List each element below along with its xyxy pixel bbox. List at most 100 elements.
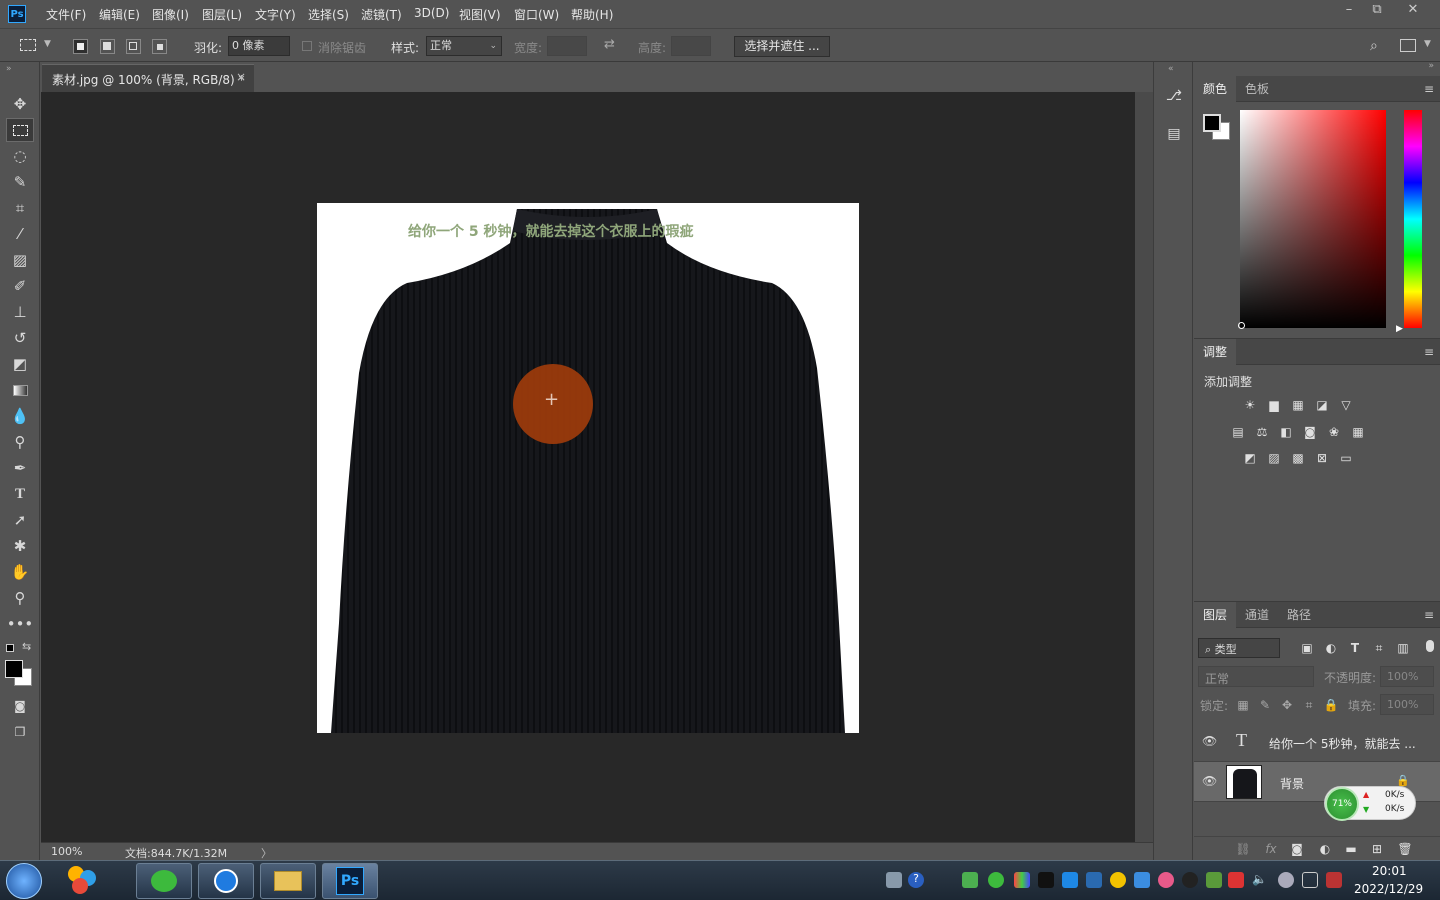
zoom-level[interactable]: 100%	[51, 845, 82, 858]
default-colors-icon[interactable]	[6, 644, 14, 652]
width-input[interactable]	[547, 36, 587, 56]
height-input[interactable]	[671, 36, 711, 56]
explorer-taskbar-button[interactable]	[260, 863, 316, 899]
collapse-arrows-icon[interactable]: «	[1168, 64, 1174, 74]
chevron-down-icon[interactable]: ▼	[44, 39, 51, 49]
document-tab[interactable]: 素材.jpg @ 100% (背景, RGB/8) * ×	[42, 64, 254, 92]
filter-pixel-icon[interactable]: ▣	[1298, 640, 1316, 656]
app-tray-icon[interactable]	[1158, 872, 1174, 888]
exposure-icon[interactable]: ◪	[1313, 397, 1331, 413]
healing-brush-tool-icon[interactable]: ▨	[6, 248, 34, 272]
battery-tray-icon[interactable]	[962, 872, 978, 888]
menu-help[interactable]: 帮助(H)	[571, 6, 613, 23]
app-tray-icon[interactable]	[1326, 872, 1342, 888]
panel-menu-icon[interactable]: ≡	[1424, 608, 1434, 622]
close-button[interactable]: ✕	[1400, 2, 1426, 20]
gradient-tool-icon[interactable]	[6, 378, 34, 402]
net-speed-widget[interactable]: 71% ▲ ▼ 0K/s 0K/s	[1324, 786, 1416, 821]
filter-adjustment-icon[interactable]: ◐	[1322, 640, 1340, 656]
help-tray-icon[interactable]: ?	[908, 872, 924, 888]
layer-name[interactable]: 背景	[1280, 775, 1304, 792]
link-layers-icon[interactable]: ⛓	[1234, 841, 1252, 857]
blur-tool-icon[interactable]: 💧	[6, 404, 34, 428]
gradient-map-icon[interactable]: ▭	[1337, 450, 1355, 466]
style-select[interactable]: 正常 ⌄	[426, 36, 502, 56]
hue-saturation-icon[interactable]: ▤	[1229, 424, 1247, 440]
antialias-checkbox[interactable]	[302, 41, 312, 51]
close-tab-icon[interactable]: ×	[236, 70, 246, 84]
black-white-icon[interactable]: ◧	[1277, 424, 1295, 440]
color-balance-icon[interactable]: ⚖	[1253, 424, 1271, 440]
qq-tray-icon[interactable]	[1182, 872, 1198, 888]
color-picker-handle[interactable]	[1238, 322, 1245, 329]
select-and-mask-button[interactable]: 选择并遮住 ...	[734, 36, 830, 57]
menu-filter[interactable]: 滤镜(T)	[361, 6, 402, 23]
rectangular-marquee-tool-icon[interactable]	[6, 118, 34, 142]
levels-icon[interactable]: ▆	[1265, 397, 1283, 413]
layer-row-text[interactable]: 👁 T 给你一个 5秒钟，就能去 ...	[1194, 722, 1440, 762]
restore-button[interactable]: ⧉	[1364, 2, 1390, 20]
tab-color[interactable]: 颜色	[1194, 76, 1237, 102]
lock-all-icon[interactable]: 🔒	[1322, 697, 1340, 713]
swap-colors-icon[interactable]: ⇆	[22, 640, 31, 653]
invert-icon[interactable]: ◩	[1241, 450, 1259, 466]
new-layer-icon[interactable]: ⊞	[1368, 841, 1386, 857]
lock-position-icon[interactable]: ✥	[1278, 697, 1296, 713]
clock-time[interactable]: 20:01	[1372, 864, 1407, 878]
status-menu-arrow-icon[interactable]: 〉	[261, 845, 272, 861]
blend-mode-select[interactable]: 正常	[1198, 666, 1314, 687]
menu-select[interactable]: 选择(S)	[308, 6, 349, 23]
selective-color-icon[interactable]: ⊠	[1313, 450, 1331, 466]
document-canvas[interactable]: 给你一个 5 秒钟，就能去掉这个衣服上的瑕疵 +	[317, 203, 859, 733]
custom-shape-tool-icon[interactable]: ✱	[6, 534, 34, 558]
color-lookup-icon[interactable]: ▦	[1349, 424, 1367, 440]
vertical-scrollbar[interactable]	[1135, 92, 1153, 842]
menu-layer[interactable]: 图层(L)	[202, 6, 242, 23]
history-brush-tool-icon[interactable]: ↺	[6, 326, 34, 350]
layer-filter-select[interactable]: ⌕ 类型	[1198, 638, 1280, 658]
menu-window[interactable]: 窗口(W)	[514, 6, 559, 23]
new-selection-icon[interactable]	[73, 39, 88, 54]
crop-tool-icon[interactable]: ⌗	[6, 196, 34, 220]
marquee-tool-preset-icon[interactable]	[20, 39, 36, 51]
swap-dimensions-icon[interactable]: ⇄	[604, 37, 615, 52]
eraser-tool-icon[interactable]: ◩	[6, 352, 34, 376]
panel-menu-icon[interactable]: ≡	[1424, 82, 1434, 96]
wechat-tray-icon[interactable]	[988, 872, 1004, 888]
quick-mask-icon[interactable]: ◙	[6, 694, 34, 718]
panel-menu-icon[interactable]: ≡	[1424, 345, 1434, 359]
zoom-tool-icon[interactable]: ⚲	[6, 586, 34, 610]
lasso-tool-icon[interactable]: ◌	[6, 144, 34, 168]
delete-layer-icon[interactable]: 🗑	[1396, 841, 1414, 857]
add-mask-icon[interactable]: ◙	[1288, 841, 1306, 857]
eye-icon[interactable]: 👁	[1202, 774, 1217, 788]
hand-tool-icon[interactable]: ✋	[6, 560, 34, 584]
quick-selection-tool-icon[interactable]: ✎	[6, 170, 34, 194]
photo-filter-icon[interactable]: ◙	[1301, 424, 1319, 440]
properties-panel-icon[interactable]: ▤	[1164, 126, 1184, 146]
pen-tool-icon[interactable]: ✒	[6, 456, 34, 480]
posterize-icon[interactable]: ▨	[1265, 450, 1283, 466]
menu-image[interactable]: 图像(I)	[152, 6, 189, 23]
search-icon[interactable]: ⌕	[1370, 38, 1378, 54]
minimize-button[interactable]: –	[1336, 2, 1362, 20]
menu-view[interactable]: 视图(V)	[459, 6, 501, 23]
clock-date[interactable]: 2022/12/29	[1354, 882, 1423, 896]
chevron-down-icon[interactable]: ▼	[1424, 39, 1431, 49]
intersect-selection-icon[interactable]	[152, 39, 167, 54]
saturation-brightness-field[interactable]	[1240, 110, 1386, 328]
collapse-arrows-icon[interactable]: »	[6, 64, 12, 74]
clone-stamp-tool-icon[interactable]: ⊥	[6, 300, 34, 324]
lock-pixels-icon[interactable]: ✎	[1256, 697, 1274, 713]
feather-input[interactable]: 0 像素	[228, 36, 290, 56]
opacity-input[interactable]: 100%	[1380, 666, 1434, 687]
fill-input[interactable]: 100%	[1380, 694, 1434, 715]
path-selection-tool-icon[interactable]: ➚	[6, 508, 34, 532]
add-selection-icon[interactable]	[100, 39, 115, 54]
app-tray-icon[interactable]	[1086, 872, 1102, 888]
app-tray-icon[interactable]	[1228, 872, 1244, 888]
filter-smart-object-icon[interactable]: ▥	[1394, 640, 1412, 656]
tab-paths[interactable]: 路径	[1278, 602, 1320, 628]
tab-swatches[interactable]: 色板	[1236, 76, 1278, 102]
phone-app-taskbar-button[interactable]	[198, 863, 254, 899]
